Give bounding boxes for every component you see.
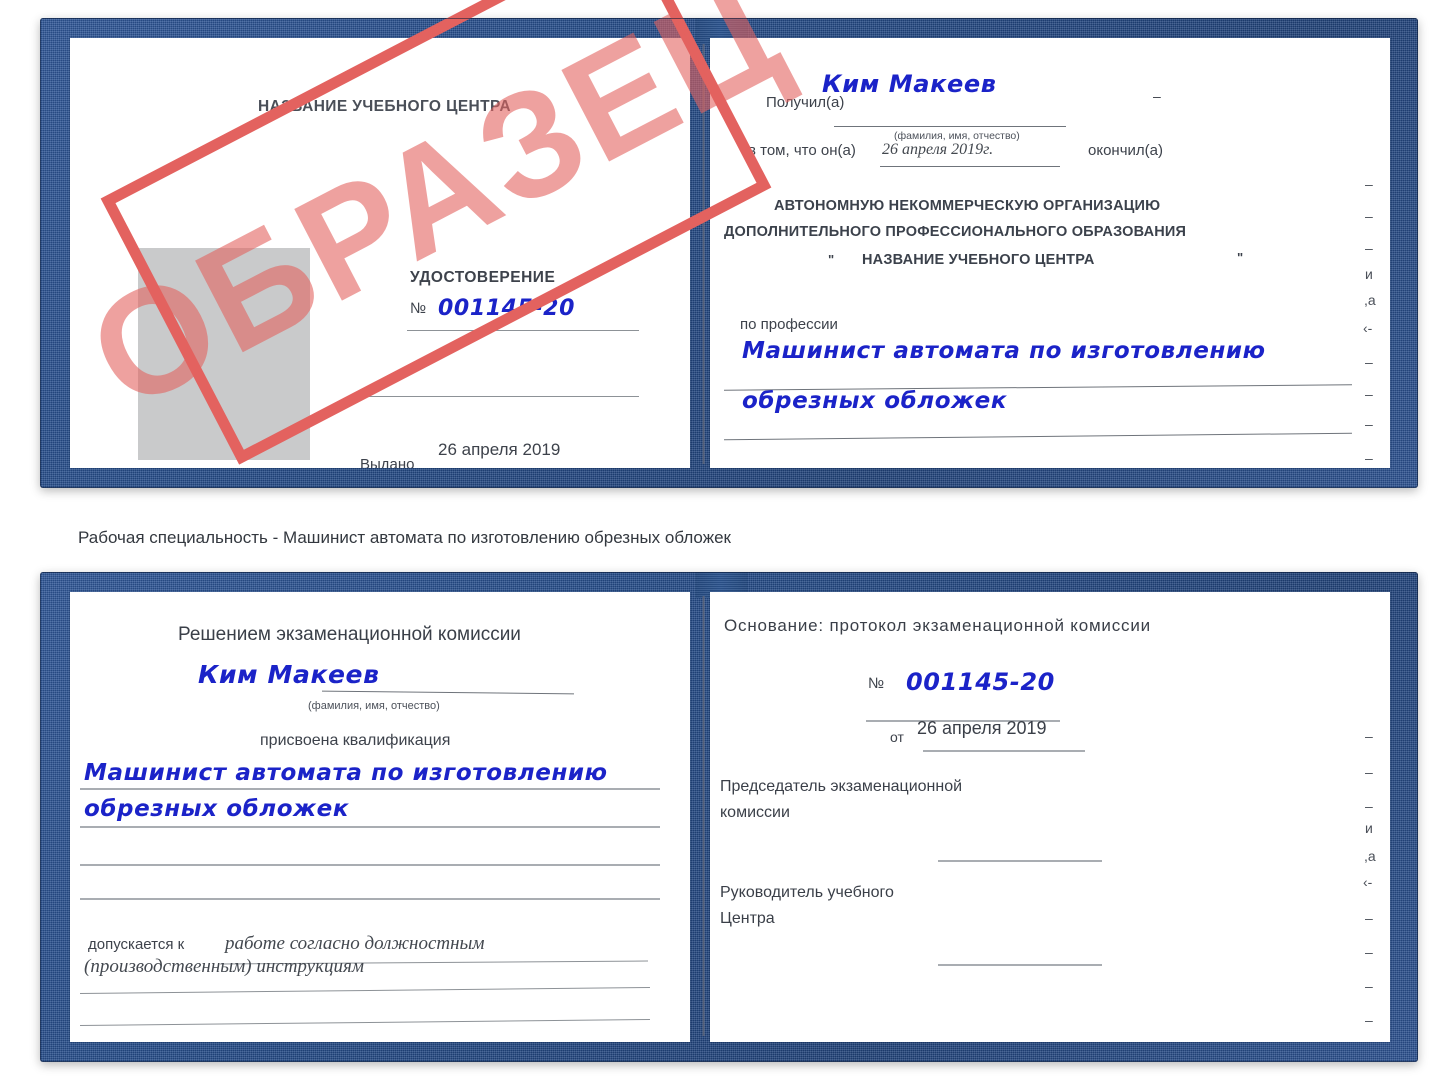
document-scan: НАЗВАНИЕ УЧЕБНОГО ЦЕНТРА УДОСТОВЕРЕНИЕ №… bbox=[0, 0, 1448, 1085]
admitted-rule-3 bbox=[80, 1019, 650, 1026]
edge-fragment: – bbox=[1365, 944, 1373, 960]
recipient-rule bbox=[834, 126, 1066, 127]
issued-date: 26 апреля 2019 bbox=[438, 440, 561, 459]
book-spine-bottom bbox=[702, 596, 705, 1036]
edge-fragment: – bbox=[1365, 798, 1373, 814]
chairman-line-1: Председатель экзаменационной bbox=[720, 778, 963, 795]
caption-text: Рабочая специальность - Машинист автомат… bbox=[78, 528, 731, 547]
finished-label: окончил(а) bbox=[1088, 142, 1163, 159]
top-left-page: НАЗВАНИЕ УЧЕБНОГО ЦЕНТРА УДОСТОВЕРЕНИЕ №… bbox=[70, 38, 690, 468]
qual-rule-3 bbox=[80, 864, 660, 866]
basis-label: Основание: протокол экзаменационной коми… bbox=[724, 616, 1151, 635]
edge-fragment: – bbox=[1365, 386, 1373, 402]
bottom-fio-hint: (фамилия, имя, отчество) bbox=[308, 700, 440, 712]
edge-fragment: – bbox=[1365, 176, 1373, 192]
profession-line-1: Машинист автомата по изготовлению bbox=[742, 338, 1266, 364]
edge-fragment: – bbox=[1365, 416, 1373, 432]
head-signature-rule bbox=[938, 964, 1102, 966]
profession-line-2: обрезных обложек bbox=[742, 388, 1008, 414]
edge-fragment: – bbox=[1365, 450, 1373, 466]
protocol-date-rule bbox=[923, 750, 1085, 752]
certificate-book-top: НАЗВАНИЕ УЧЕБНОГО ЦЕНТРА УДОСТОВЕРЕНИЕ №… bbox=[40, 0, 1418, 488]
protocol-date-label: от bbox=[890, 729, 904, 745]
decision-title: Решением экзаменационной комиссии bbox=[178, 624, 521, 645]
bottom-right-page: Основание: протокол экзаменационной коми… bbox=[710, 592, 1390, 1042]
edge-fragment: – bbox=[1365, 764, 1373, 780]
qual-rule-2 bbox=[80, 826, 660, 828]
book-spine-top bbox=[702, 44, 705, 464]
edge-fragment: ,а bbox=[1364, 292, 1376, 308]
admitted-rule-2 bbox=[80, 987, 650, 994]
edge-fragment: – bbox=[1365, 910, 1373, 926]
number-label: № bbox=[410, 300, 427, 317]
head-line-1: Руководитель учебного bbox=[720, 884, 894, 901]
edge-fragment: – bbox=[1365, 240, 1373, 256]
top-left-center-name: НАЗВАНИЕ УЧЕБНОГО ЦЕНТРА bbox=[258, 98, 511, 115]
completion-rule bbox=[880, 166, 1060, 167]
org-line-3: НАЗВАНИЕ УЧЕБНОГО ЦЕНТРА bbox=[862, 252, 1095, 268]
certificate-book-bottom: Решением экзаменационной комиссии Ким Ма… bbox=[40, 572, 1418, 1062]
profession-rule-2 bbox=[724, 432, 1352, 441]
protocol-number-value: 001145-20 bbox=[906, 668, 1055, 696]
qualification-label: присвоена квалификация bbox=[260, 732, 451, 749]
edge-fragment: ‹- bbox=[1363, 320, 1373, 336]
head-line-2: Центра bbox=[720, 910, 775, 927]
edge-dash-a: – bbox=[1153, 88, 1161, 104]
qualification-line-1: Машинист автомата по изготовлению bbox=[84, 760, 608, 786]
top-left-doc-type: УДОСТОВЕРЕНИЕ bbox=[410, 269, 556, 286]
photo-placeholder bbox=[138, 248, 310, 460]
qualification-line-2: обрезных обложек bbox=[84, 796, 350, 822]
bottom-name-rule bbox=[322, 690, 574, 695]
edge-fragment: и bbox=[1365, 820, 1373, 836]
org-line-1: АВТОНОМНУЮ НЕКОММЕРЧЕСКУЮ ОРГАНИЗАЦИЮ bbox=[774, 198, 1161, 214]
edge-fragment: ,а bbox=[1364, 848, 1376, 864]
qual-rule-1 bbox=[80, 788, 660, 790]
recipient-name: Ким Макеев bbox=[822, 70, 997, 98]
edge-fragment: и bbox=[1365, 266, 1373, 282]
edge-fragment: – bbox=[1365, 1012, 1373, 1028]
bottom-name-value: Ким Макеев bbox=[198, 660, 380, 689]
org-line-2: ДОПОЛНИТЕЛЬНОГО ПРОФЕССИОНАЛЬНОГО ОБРАЗО… bbox=[724, 224, 1187, 240]
number-rule bbox=[407, 330, 639, 331]
blank-rule-1 bbox=[367, 396, 639, 397]
in-that-label: в том, что он(а) bbox=[748, 142, 856, 159]
edge-fragment: – bbox=[1365, 728, 1373, 744]
profession-label: по профессии bbox=[740, 316, 838, 333]
org-quote-close: " bbox=[1237, 250, 1244, 265]
protocol-date-value: 26 апреля 2019 bbox=[917, 718, 1047, 738]
edge-fragment: ‹- bbox=[1363, 874, 1373, 890]
qual-rule-4 bbox=[80, 898, 660, 900]
chairman-signature-rule bbox=[938, 860, 1102, 862]
issued-label: Выдано bbox=[360, 456, 415, 468]
bottom-left-page: Решением экзаменационной комиссии Ким Ма… bbox=[70, 592, 690, 1042]
org-quote-open: " bbox=[828, 252, 835, 267]
certificate-number: 001145-20 bbox=[438, 296, 575, 321]
admitted-value-line-1: работе согласно должностным bbox=[225, 933, 485, 954]
admitted-label: допускается к bbox=[88, 936, 185, 953]
completion-date: 26 апреля 2019г. bbox=[882, 141, 994, 158]
edge-fragment: – bbox=[1365, 978, 1373, 994]
edge-fragment: – bbox=[1365, 354, 1373, 370]
edge-fragment: – bbox=[1365, 208, 1373, 224]
protocol-number-label: № bbox=[868, 675, 885, 692]
admitted-value-line-2: (производственным) инструкциям bbox=[84, 956, 364, 977]
top-right-page: Получил(а) Ким Макеев (фамилия, имя, отч… bbox=[710, 38, 1390, 468]
chairman-line-2: комиссии bbox=[720, 804, 790, 821]
